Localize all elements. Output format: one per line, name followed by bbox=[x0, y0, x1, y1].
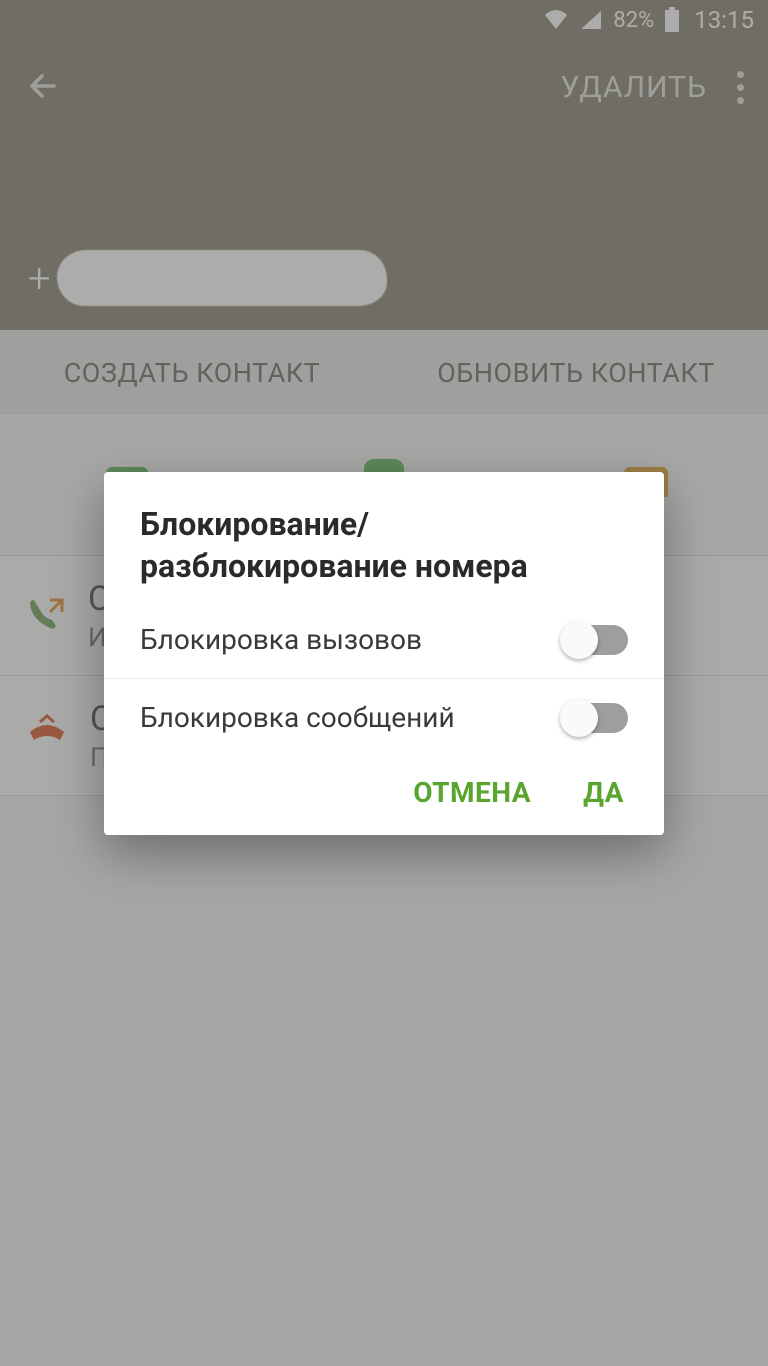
block-sms-toggle[interactable] bbox=[562, 703, 628, 733]
dialog-title: Блокирование/ разблокирование номера bbox=[104, 504, 664, 601]
cancel-button[interactable]: ОТМЕНА bbox=[413, 776, 531, 809]
dialog-actions: ОТМЕНА ДА bbox=[104, 756, 664, 835]
ok-button[interactable]: ДА bbox=[583, 776, 624, 809]
block-calls-row: Блокировка вызовов bbox=[104, 601, 664, 678]
block-calls-label: Блокировка вызовов bbox=[140, 623, 422, 656]
block-sms-row: Блокировка сообщений bbox=[104, 678, 664, 756]
block-sms-label: Блокировка сообщений bbox=[140, 701, 455, 734]
block-unblock-dialog: Блокирование/ разблокирование номера Бло… bbox=[104, 472, 664, 835]
block-calls-toggle[interactable] bbox=[562, 625, 628, 655]
